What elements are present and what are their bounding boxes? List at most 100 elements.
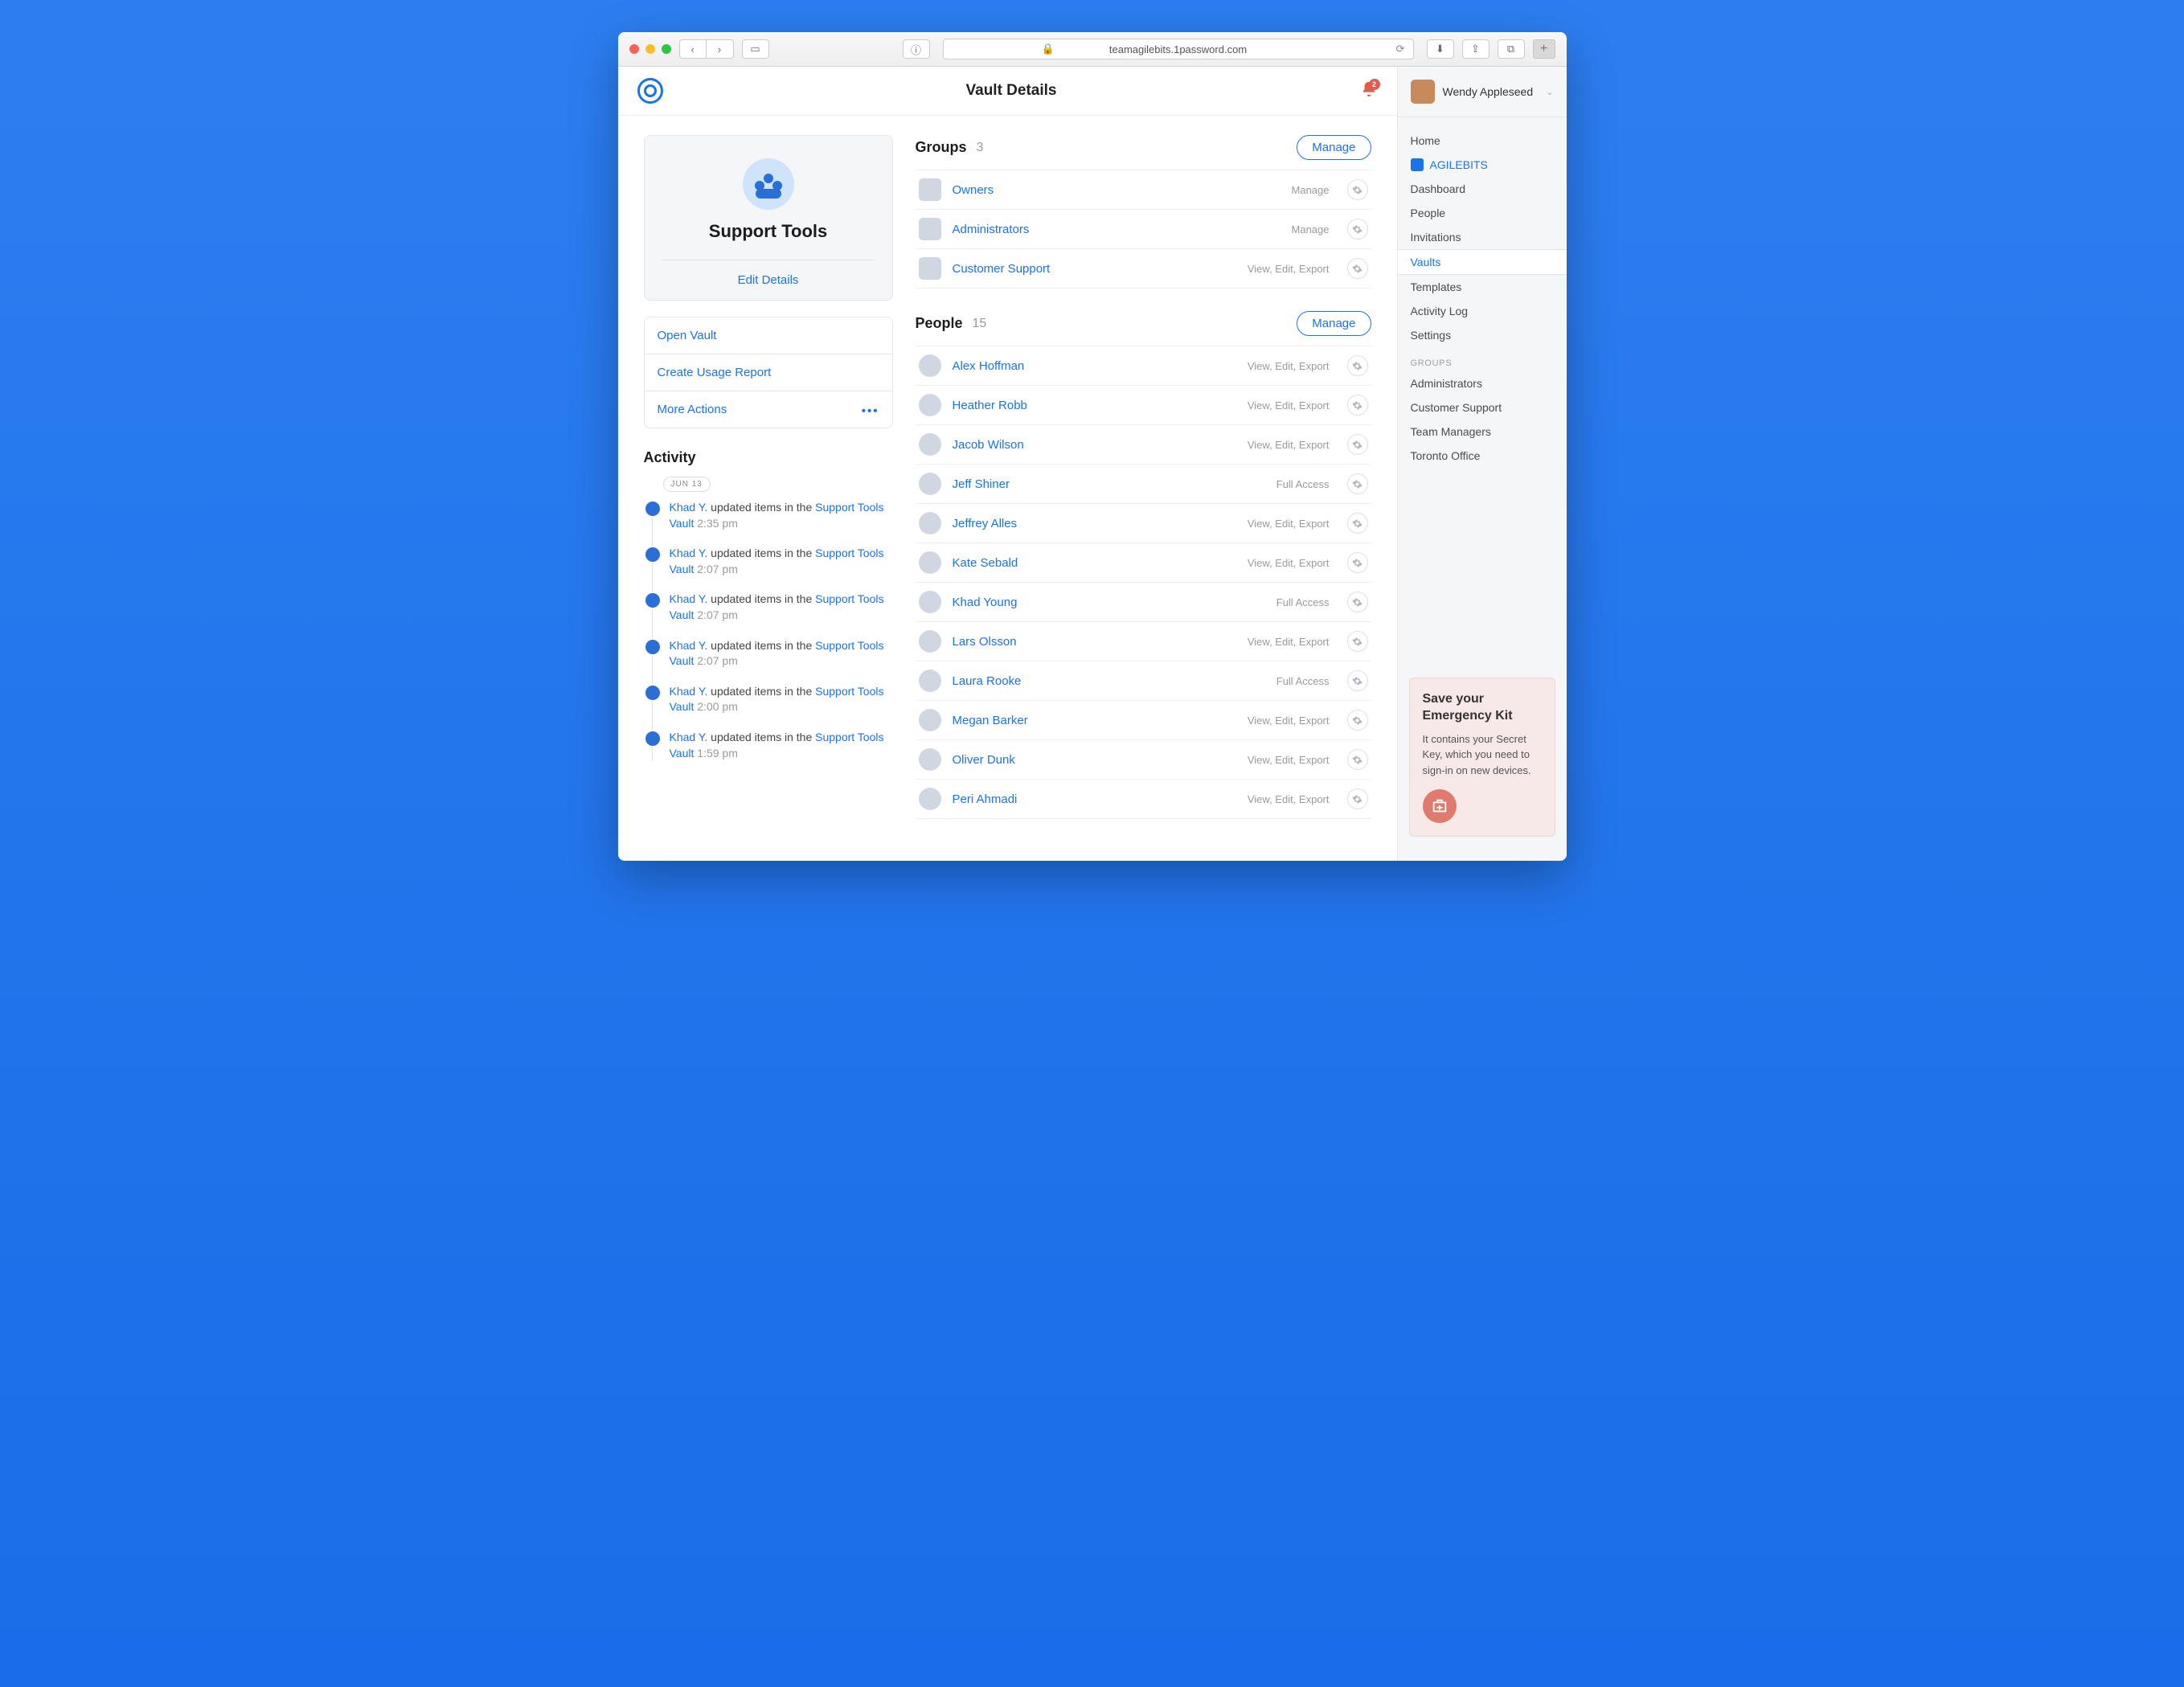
share-button[interactable]: ⇪ [1462,39,1489,59]
vault-name: Support Tools [661,221,876,242]
sidebar-group-link[interactable]: Administrators [1398,371,1567,395]
sidebar-item-activity-log[interactable]: Activity Log [1398,299,1567,323]
new-tab-button[interactable]: + [1533,39,1555,59]
window-close-button[interactable] [629,44,639,54]
person-permissions: View, Edit, Export [1248,715,1330,727]
person-settings-button[interactable] [1347,434,1368,455]
sidebar-toggle-button[interactable]: ▭ [742,39,769,59]
person-settings-button[interactable] [1347,473,1368,494]
activity-date-pill: JUN 13 [663,477,711,492]
person-row: Heather Robb View, Edit, Export [916,386,1371,425]
group-settings-button[interactable] [1347,179,1368,200]
forward-button[interactable]: › [707,39,734,59]
traffic-lights [629,44,671,54]
person-settings-button[interactable] [1347,395,1368,416]
manage-groups-button[interactable]: Manage [1297,135,1371,160]
person-name-link[interactable]: Heather Robb [953,399,1236,412]
window-minimize-button[interactable] [645,44,655,54]
person-settings-button[interactable] [1347,749,1368,770]
person-name-link[interactable]: Alex Hoffman [953,359,1236,373]
group-row: Customer SupportView, Edit, Export [916,249,1371,289]
person-permissions: View, Edit, Export [1248,399,1330,412]
activity-text: Khad Y. updated items in the Support Too… [670,730,893,761]
person-name-link[interactable]: Laura Rooke [953,674,1265,688]
window-zoom-button[interactable] [662,44,671,54]
sidebar-item-home[interactable]: Home [1398,129,1567,153]
notifications-button[interactable]: 2 [1360,80,1378,102]
activity-item: Khad Y. updated items in the Support Too… [644,730,893,761]
back-button[interactable]: ‹ [679,39,707,59]
sidebar-item-people[interactable]: People [1398,201,1567,225]
person-name-link[interactable]: Khad Young [953,596,1265,609]
group-settings-button[interactable] [1347,258,1368,279]
groups-section: Groups 3 Manage OwnersManageAdministrato… [916,135,1371,289]
team-label: AGILEBITS [1430,158,1488,171]
activity-user-link[interactable]: Khad Y. [670,685,708,698]
group-name-link[interactable]: Owners [953,183,1280,197]
sidebar-group-link[interactable]: Toronto Office [1398,444,1567,468]
activity-time: 2:07 pm [697,563,738,575]
sidebar-item-settings[interactable]: Settings [1398,323,1567,347]
person-name-link[interactable]: Jeffrey Alles [953,517,1236,530]
group-permissions: Manage [1292,184,1330,196]
person-name-link[interactable]: Jacob Wilson [953,438,1236,452]
manage-people-button[interactable]: Manage [1297,311,1371,336]
person-name-link[interactable]: Kate Sebald [953,556,1236,570]
edit-details-button[interactable]: Edit Details [661,260,876,300]
person-name-link[interactable]: Jeff Shiner [953,477,1265,491]
activity-user-link[interactable]: Khad Y. [670,639,708,652]
person-settings-button[interactable] [1347,355,1368,376]
person-settings-button[interactable] [1347,670,1368,691]
app-logo-icon[interactable] [637,78,663,104]
person-name-link[interactable]: Oliver Dunk [953,753,1236,767]
avatar [1411,80,1435,104]
activity-user-link[interactable]: Khad Y. [670,547,708,559]
sidebar-nav: Home AGILEBITS Dashboard People Invitati… [1398,129,1567,468]
person-row: Laura RookeFull Access [916,661,1371,701]
privacy-report-button[interactable]: ⓘ [903,39,930,59]
create-usage-report-link[interactable]: Create Usage Report [645,354,892,391]
sidebar-item-templates[interactable]: Templates [1398,275,1567,299]
activity-user-link[interactable]: Khad Y. [670,501,708,514]
person-name-link[interactable]: Peri Ahmadi [953,792,1236,806]
activity-user-link[interactable]: Khad Y. [670,731,708,743]
browser-toolbar: ‹ › ▭ ⓘ 🔒 teamagilebits.1password.com ⟳ … [618,32,1567,67]
person-settings-button[interactable] [1347,552,1368,573]
group-name-link[interactable]: Administrators [953,223,1280,236]
emergency-kit-icon [1423,789,1457,823]
person-settings-button[interactable] [1347,513,1368,534]
person-settings-button[interactable] [1347,710,1368,731]
person-name-link[interactable]: Megan Barker [953,714,1236,727]
group-settings-button[interactable] [1347,219,1368,240]
person-name-link[interactable]: Lars Olsson [953,635,1236,649]
sidebar-item-vaults[interactable]: Vaults [1398,249,1567,275]
avatar [919,591,941,613]
person-row: Jeff ShinerFull Access [916,465,1371,504]
tabs-button[interactable]: ⧉ [1498,39,1525,59]
app-header: Vault Details 2 [618,67,1397,116]
more-actions-label: More Actions [658,403,727,416]
downloads-button[interactable]: ⬇ [1427,39,1454,59]
activity-user-link[interactable]: Khad Y. [670,592,708,605]
avatar [919,394,941,416]
refresh-icon[interactable]: ⟳ [1396,43,1405,55]
sidebar-item-dashboard[interactable]: Dashboard [1398,177,1567,201]
address-bar[interactable]: 🔒 teamagilebits.1password.com ⟳ [943,39,1414,59]
sidebar-item-invitations[interactable]: Invitations [1398,225,1567,249]
emergency-kit-card[interactable]: Save your Emergency Kit It contains your… [1409,678,1555,837]
sidebar-group-link[interactable]: Customer Support [1398,395,1567,420]
group-name-link[interactable]: Customer Support [953,262,1236,276]
open-vault-link[interactable]: Open Vault [645,317,892,354]
current-user-menu[interactable]: Wendy Appleseed ⌄ [1398,80,1567,117]
person-settings-button[interactable] [1347,592,1368,612]
person-row: Oliver DunkView, Edit, Export [916,740,1371,780]
person-row: Lars OlssonView, Edit, Export [916,622,1371,661]
person-settings-button[interactable] [1347,788,1368,809]
activity-item: Khad Y. updated items in the Support Too… [644,592,893,623]
person-settings-button[interactable] [1347,631,1368,652]
page-title: Vault Details [663,82,1360,100]
activity-item: Khad Y. updated items in the Support Too… [644,638,893,669]
sidebar-item-team[interactable]: AGILEBITS [1398,153,1567,177]
more-actions-link[interactable]: More Actions ••• [645,391,892,428]
sidebar-group-link[interactable]: Team Managers [1398,420,1567,444]
